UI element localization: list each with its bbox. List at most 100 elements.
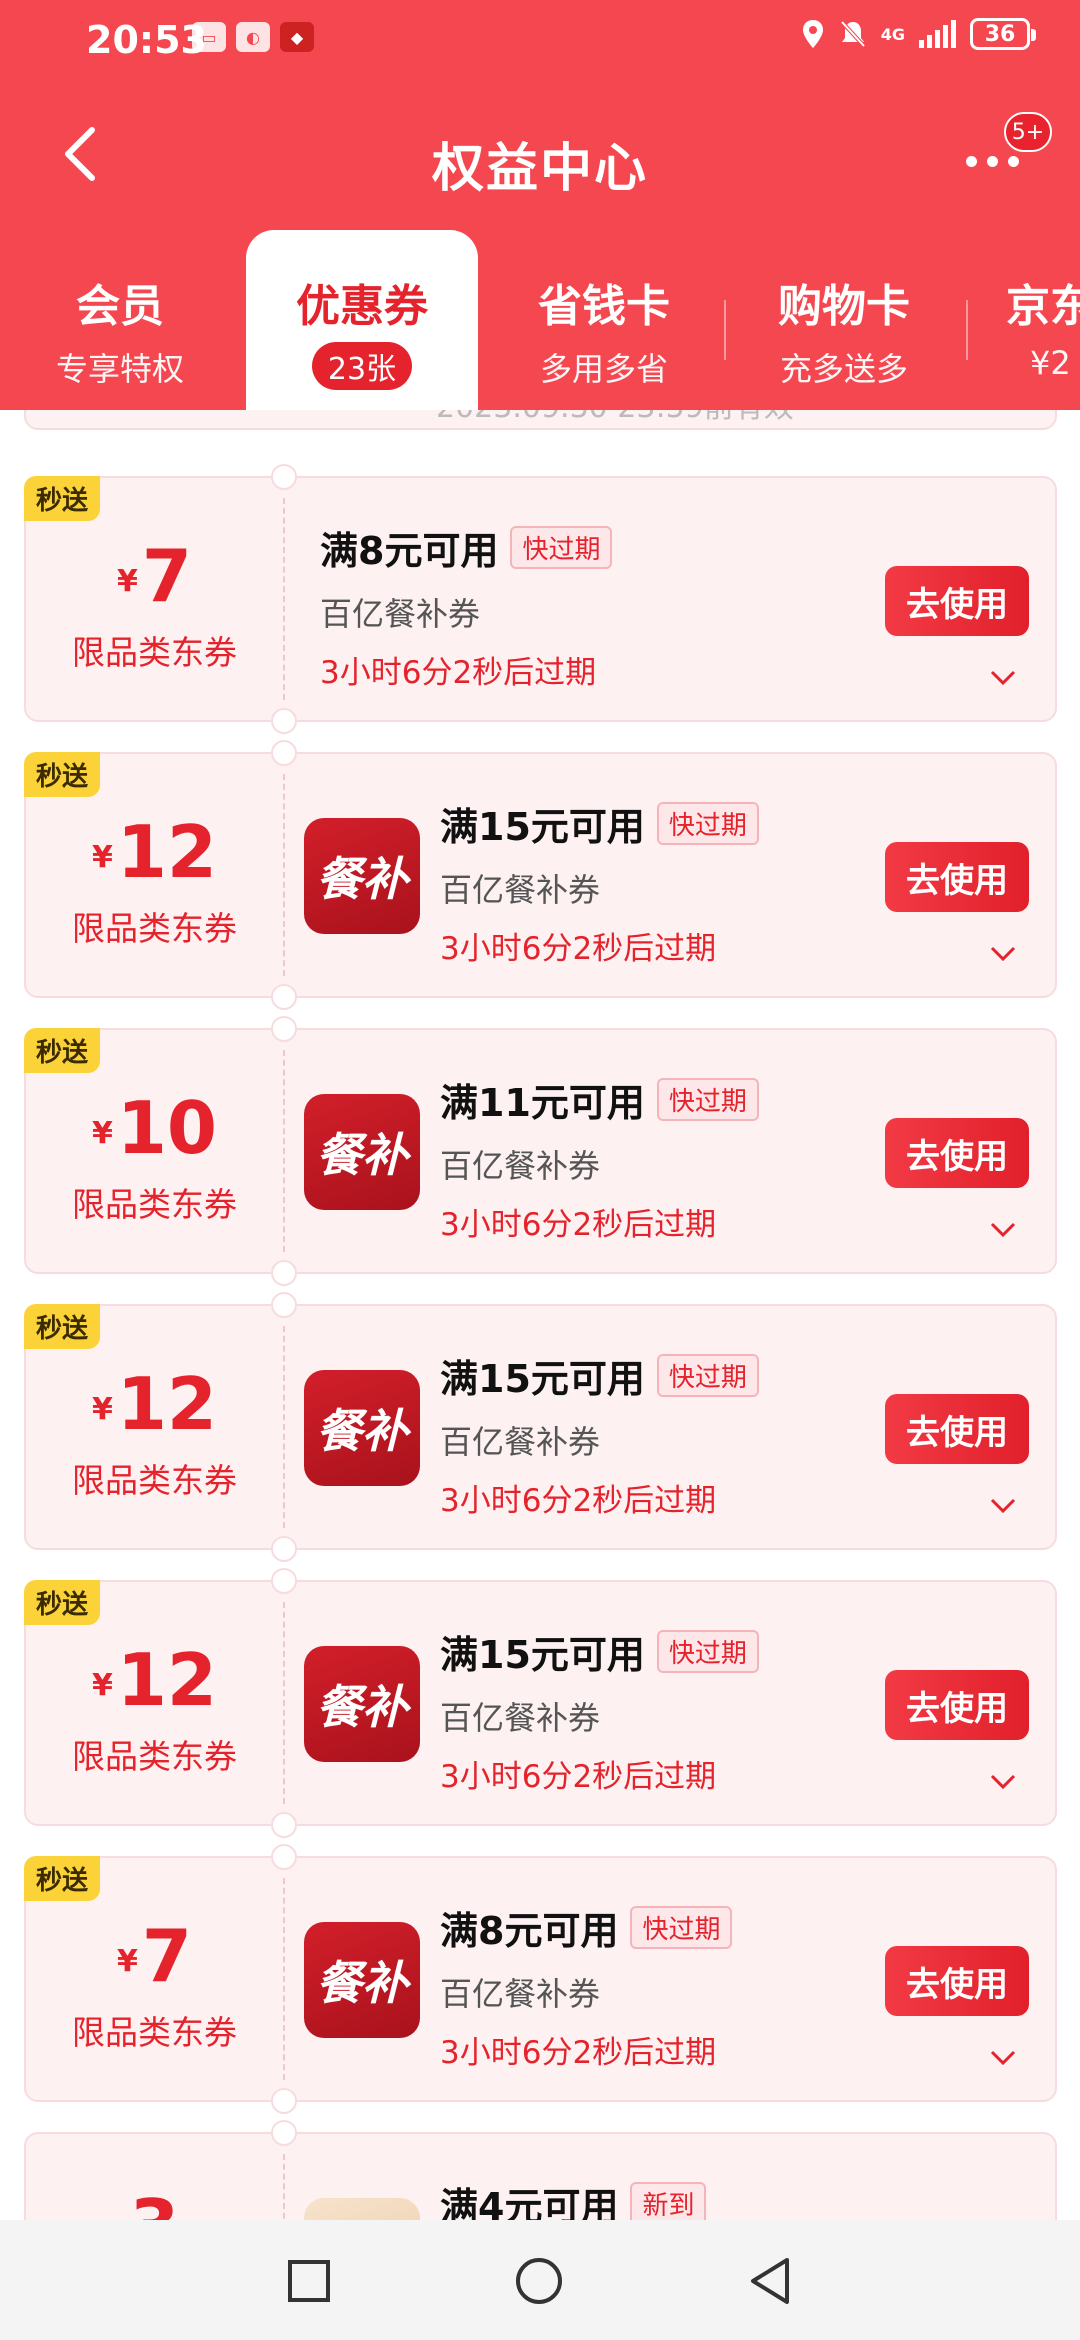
notch (271, 1812, 297, 1838)
tab-coupons[interactable]: 优惠券 23张 (246, 230, 478, 410)
app-notification-icon: ◆ (280, 22, 314, 52)
use-button[interactable]: 去使用 (885, 1394, 1029, 1464)
divider (283, 1878, 285, 2080)
chevron-down-icon[interactable] (989, 668, 1017, 688)
notch (271, 1260, 297, 1286)
tab-subtitle: 多用多省 (539, 350, 668, 388)
coupon-type: 限品类东券 (72, 909, 237, 948)
tab-savings-card[interactable]: 省钱卡 多用多省 (488, 230, 720, 410)
tab-title: 购物卡 (778, 281, 910, 332)
coupon-type: 限品类东券 (72, 633, 237, 672)
use-button[interactable]: 去使用 (885, 842, 1029, 912)
coupon-info: 满15元可用 快过期 百亿餐补券 3小时6分2秒后过期 (440, 1624, 759, 1796)
notch (271, 1568, 297, 1594)
tab-subtitle: 充多送多 (779, 350, 908, 388)
tab-title: 优惠券 (296, 281, 428, 332)
page-title: 权益中心 (431, 139, 648, 199)
coupon-card-partial[interactable]: 2023.09.30 23:59前有效 (24, 410, 1057, 430)
notch (271, 708, 297, 734)
currency-symbol: ¥ (117, 1944, 138, 1979)
back-nav-button[interactable] (744, 2254, 798, 2308)
chevron-down-icon[interactable] (989, 1772, 1017, 1792)
more-button[interactable]: 5+ (962, 112, 1052, 190)
title-bar: 权益中心 5+ (0, 100, 1080, 210)
notch (271, 1292, 297, 1318)
divider (283, 774, 285, 976)
tab-divider (966, 300, 968, 360)
coupon-type: 限品类东券 (72, 1461, 237, 1500)
coupon-card[interactable]: 秒送 ¥10 限品类东券 餐补 满11元可用 快过期 百亿餐补券 3小时6分2秒后… (24, 1016, 1057, 1286)
coupon-list[interactable]: 2023.09.30 23:59前有效 秒送 ¥7 限品类东券 满8元可用快过期… (0, 410, 1080, 2220)
miaosong-tag: 秒送 (24, 1580, 101, 1625)
location-icon (802, 20, 823, 48)
coupon-card[interactable]: 秒送 ¥12 限品类东券 餐补 满15元可用 快过期 百亿餐补券 3小时6分2秒后… (24, 1568, 1057, 1838)
notch (271, 1016, 297, 1042)
amount-value: 12 (116, 1362, 218, 1446)
use-button[interactable]: 去使用 (885, 1118, 1029, 1188)
amount-value: 7 (141, 1914, 192, 1998)
chevron-down-icon[interactable] (989, 2048, 1017, 2068)
amount-value: 10 (116, 1086, 218, 1170)
coupon-condition: 满15元可用 (440, 1357, 645, 1401)
miaosong-tag: 秒送 (24, 476, 101, 521)
coupon-card[interactable]: 秒送 ¥12 限品类东券 餐补 满15元可用 快过期 百亿餐补券 3小时6分2秒后… (24, 1292, 1057, 1562)
miaosong-tag: 秒送 (24, 1856, 101, 1901)
expiring-badge: 快过期 (630, 1906, 733, 1949)
coupon-condition: 满8元可用 (440, 1909, 619, 1953)
coupon-name: 百亿餐补券 (440, 1423, 601, 1461)
coupon-card[interactable]: 秒送 ¥12 限品类东券 餐补 满15元可用 快过期 百亿餐补券 3小时6分2秒后… (24, 740, 1057, 1010)
coupon-amount: ¥12 (26, 810, 283, 894)
notification-icons: ▭ ◐ ◆ (192, 22, 314, 52)
tab-shopping-card[interactable]: 购物卡 充多送多 (728, 230, 960, 410)
coupon-type: 限品类东券 (72, 1185, 237, 1224)
notch (271, 1536, 297, 1562)
header: 20:53 ▭ ◐ ◆ 4G 36 权益中心 5+ 会员 专享特权 优惠券 23… (0, 0, 1080, 410)
chevron-down-icon[interactable] (989, 1496, 1017, 1516)
coupon-info: 满8元可用 快过期 百亿餐补券 3小时6分2秒后过期 (440, 1900, 733, 2072)
recents-button[interactable] (282, 2254, 336, 2308)
status-bar: 20:53 ▭ ◐ ◆ 4G 36 (0, 0, 1080, 90)
tab-title: 京东 (1006, 281, 1080, 332)
battery-level: 36 (984, 21, 1016, 47)
coupon-condition: 满11元可用 (440, 1081, 645, 1125)
coupon-card[interactable]: 秒送 ¥7 限品类东券 满8元可用 快过期 百亿餐补券 3小时6分2秒后过期 去使… (24, 464, 1057, 734)
coupon-condition: 满4元可用 (440, 2185, 619, 2220)
coupon-card[interactable]: 秒送 ¥7 限品类东券 餐补 满8元可用 快过期 百亿餐补券 3小时6分2秒后过期… (24, 1844, 1057, 2114)
coupon-condition: 满15元可用 (440, 1633, 645, 1677)
expiring-badge: 快过期 (656, 1630, 759, 1673)
chevron-down-icon[interactable] (989, 944, 1017, 964)
notch (271, 2088, 297, 2114)
expiring-badge: 快过期 (656, 802, 759, 845)
divider (283, 1326, 285, 1528)
home-button[interactable] (512, 2254, 566, 2308)
coupon-type: 限品类东券 (72, 1737, 237, 1776)
mute-bell-icon (840, 20, 866, 48)
coupon-name: 百亿餐补券 (440, 1975, 601, 2013)
notch (271, 1844, 297, 1870)
coupon-expire: 3小时6分2秒后过期 (440, 2035, 717, 2071)
coupon-name: 百亿餐补券 (320, 595, 481, 633)
use-button[interactable]: 去使用 (885, 1946, 1029, 2016)
use-button[interactable]: 去使用 (885, 1670, 1029, 1740)
coupon-info: 满11元可用 快过期 百亿餐补券 3小时6分2秒后过期 (440, 1072, 759, 1244)
coupon-expire: 3小时6分2秒后过期 (320, 655, 597, 691)
tab-member[interactable]: 会员 专享特权 (0, 230, 240, 410)
canbu-logo: 餐补 (304, 1922, 420, 2038)
wechat-notification-icon: ◐ (236, 22, 270, 52)
miaosong-tag: 秒送 (24, 1304, 101, 1349)
status-right: 4G 36 (801, 18, 1036, 50)
coupon-card[interactable]: 3 满4元可用新到 (24, 2120, 1057, 2220)
tab-subtitle: 专享特权 (55, 350, 184, 388)
tab-jd[interactable]: 京东 ¥2 (970, 230, 1080, 410)
canbu-logo: 餐补 (304, 818, 420, 934)
coupon-expire: 3小时6分2秒后过期 (440, 1759, 717, 1795)
miaosong-tag: 秒送 (24, 1028, 101, 1073)
chevron-down-icon[interactable] (989, 1220, 1017, 1240)
amount-value: 12 (116, 1638, 218, 1722)
amount-value: 7 (141, 534, 192, 618)
coupon-condition: 满8元可用 (320, 529, 499, 573)
circle-icon (516, 2258, 562, 2304)
currency-symbol: ¥ (91, 1668, 113, 1703)
canbu-logo: 餐补 (304, 1646, 420, 1762)
use-button[interactable]: 去使用 (885, 566, 1029, 636)
